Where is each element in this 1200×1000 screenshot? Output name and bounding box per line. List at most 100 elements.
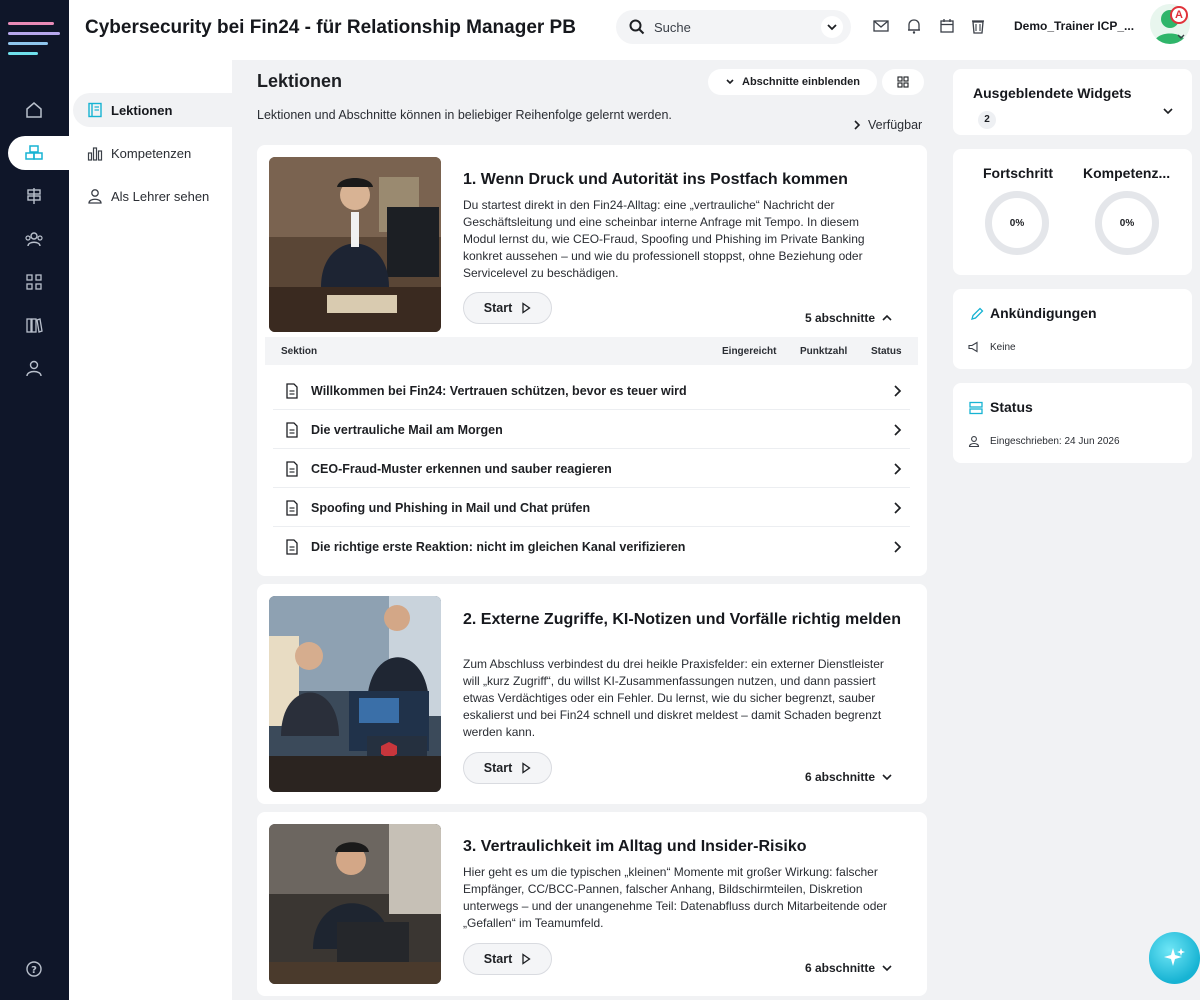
header-eingereicht: Eingereicht: [722, 346, 777, 357]
header-punktzahl: Punktzahl: [800, 346, 848, 357]
chevron-right-icon: [894, 463, 902, 475]
section-title: CEO-Fraud-Muster erkennen und sauber rea…: [311, 461, 612, 476]
progress-card: Fortschritt Kompetenz... 0% 0%: [953, 149, 1192, 275]
chevron-right-icon: [894, 541, 902, 553]
subnav-item-kompetenzen[interactable]: Kompetenzen: [73, 136, 232, 170]
show-sections-button[interactable]: Abschnitte einblenden: [708, 69, 877, 95]
chevron-up-icon: [882, 314, 892, 321]
section-row[interactable]: Spoofing und Phishing in Mail und Chat p…: [273, 489, 910, 527]
progress-value: 0%: [1009, 217, 1025, 229]
start-button[interactable]: Start: [463, 292, 552, 324]
app-rail: ?: [0, 0, 69, 1000]
header-status: Status: [871, 346, 902, 357]
chevron-right-icon: [894, 385, 902, 397]
signpost-icon[interactable]: [22, 184, 46, 208]
page-title: Cybersecurity bei Fin24 - für Relationsh…: [85, 17, 576, 38]
profile-icon[interactable]: [22, 356, 46, 380]
sections-toggle[interactable]: 6 abschnitte: [805, 961, 893, 975]
play-icon: [522, 302, 531, 314]
subnav-item-als-lehrer-sehen[interactable]: Als Lehrer sehen: [73, 179, 232, 213]
section-row[interactable]: Die richtige erste Reaktion: nicht im gl…: [273, 528, 910, 566]
grid-icon[interactable]: [22, 270, 46, 294]
subnav-label: Lektionen: [111, 102, 173, 118]
subnav-label: Kompetenzen: [111, 145, 192, 161]
lesson-title[interactable]: 2. Externe Zugriffe, KI-Notizen und Vorf…: [463, 609, 903, 630]
chevron-right-icon: [854, 120, 861, 130]
lesson-thumbnail: [269, 596, 441, 792]
user-name[interactable]: Demo_Trainer ICP_...: [1014, 19, 1134, 33]
document-icon: [286, 382, 298, 399]
grid-view-button[interactable]: [882, 69, 924, 95]
library-icon[interactable]: [22, 313, 46, 337]
chevron-down-icon[interactable]: [1162, 106, 1174, 116]
main-content: Lektionen Abschnitte einblenden Lektione…: [232, 60, 944, 1000]
lesson-description: Zum Abschluss verbindest du drei heikle …: [463, 657, 884, 739]
sections-count: 6 abschnitte: [805, 770, 876, 784]
competence-ring: 0%: [1095, 191, 1159, 255]
section-row[interactable]: Willkommen bei Fin24: Vertrauen schützen…: [273, 372, 910, 410]
app-logo[interactable]: [8, 22, 60, 66]
users-icon[interactable]: [22, 227, 46, 251]
announcements-title: Ankündigungen: [990, 305, 1097, 321]
svg-text:?: ?: [31, 965, 37, 976]
play-icon: [522, 953, 531, 965]
search-input[interactable]: Suche: [654, 20, 691, 35]
sections-toggle[interactable]: 5 abschnitte: [805, 311, 893, 325]
section-row[interactable]: Die vertrauliche Mail am Morgen: [273, 411, 910, 449]
book-icon: [88, 102, 102, 118]
enrolled-text: Eingeschrieben: 24 Jun 2026: [990, 435, 1120, 447]
lesson-thumbnail: [269, 824, 441, 984]
lesson-card: 3. Vertraulichkeit im Alltag und Insider…: [257, 812, 927, 996]
sections-table-header: Sektion Eingereicht Punktzahl Status: [265, 337, 918, 365]
sections-count: 6 abschnitte: [805, 961, 876, 975]
announcements-empty: Keine: [968, 341, 1016, 353]
hidden-widgets-card[interactable]: Ausgeblendete Widgets 2: [953, 69, 1192, 135]
progress-title: Fortschritt: [983, 165, 1053, 181]
lesson-thumbnail: [269, 157, 441, 332]
calendar-icon[interactable]: [938, 17, 956, 35]
sections-count: 5 abschnitte: [805, 311, 876, 325]
section-title: Lektionen: [257, 71, 343, 91]
lesson-description: Du startest direkt in den Fin24-Alltag: …: [463, 198, 865, 280]
subnav-label: Als Lehrer sehen: [111, 188, 210, 204]
chevron-right-icon: [894, 424, 902, 436]
lesson-title[interactable]: 3. Vertraulichkeit im Alltag und Insider…: [463, 836, 903, 857]
show-sections-label: Abschnitte einblenden: [742, 76, 860, 88]
status-card: Status Eingeschrieben: 24 Jun 2026: [953, 383, 1192, 463]
status-title: Status: [990, 399, 1033, 415]
section-title: Die vertrauliche Mail am Morgen: [311, 422, 503, 437]
sections-toggle[interactable]: 6 abschnitte: [805, 770, 893, 784]
course-subnav: Lektionen Kompetenzen Als Lehrer sehen: [69, 60, 232, 1000]
lesson-card: 1. Wenn Druck und Autorität ins Postfach…: [257, 145, 927, 576]
start-button[interactable]: Start: [463, 943, 552, 975]
header-sektion: Sektion: [281, 346, 318, 357]
user-icon: [968, 436, 980, 447]
start-label: Start: [483, 952, 513, 966]
subnav-item-lektionen[interactable]: Lektionen: [73, 93, 232, 127]
trash-icon[interactable]: [969, 17, 987, 35]
ai-assistant-button[interactable]: [1149, 932, 1200, 984]
mail-icon[interactable]: [872, 17, 890, 35]
announcements-card: Ankündigungen Keine: [953, 289, 1192, 369]
play-icon: [522, 762, 531, 774]
chevron-down-icon: [726, 79, 734, 85]
start-label: Start: [483, 301, 513, 315]
chevron-right-icon: [894, 502, 902, 514]
sparkle-icon: [1163, 948, 1185, 966]
help-icon[interactable]: ?: [22, 957, 46, 981]
chevron-down-icon[interactable]: [1176, 32, 1186, 42]
right-sidebar: Ausgeblendete Widgets 2 Fortschritt Komp…: [944, 60, 1200, 1000]
lessons-description: Lektionen und Abschnitte können in belie…: [257, 108, 672, 122]
search-scope-dropdown[interactable]: [821, 16, 843, 38]
bell-icon[interactable]: [905, 17, 923, 35]
lesson-title[interactable]: 1. Wenn Druck und Autorität ins Postfach…: [463, 169, 903, 190]
start-label: Start: [483, 761, 513, 775]
start-button[interactable]: Start: [463, 752, 552, 784]
availability-filter[interactable]: Verfügbar: [852, 118, 922, 132]
chevron-down-icon: [882, 965, 892, 972]
courses-icon[interactable]: [22, 141, 46, 165]
search-icon: [629, 19, 645, 35]
home-icon[interactable]: [22, 98, 46, 122]
section-row[interactable]: CEO-Fraud-Muster erkennen und sauber rea…: [273, 450, 910, 488]
search-box[interactable]: Suche: [616, 10, 851, 44]
